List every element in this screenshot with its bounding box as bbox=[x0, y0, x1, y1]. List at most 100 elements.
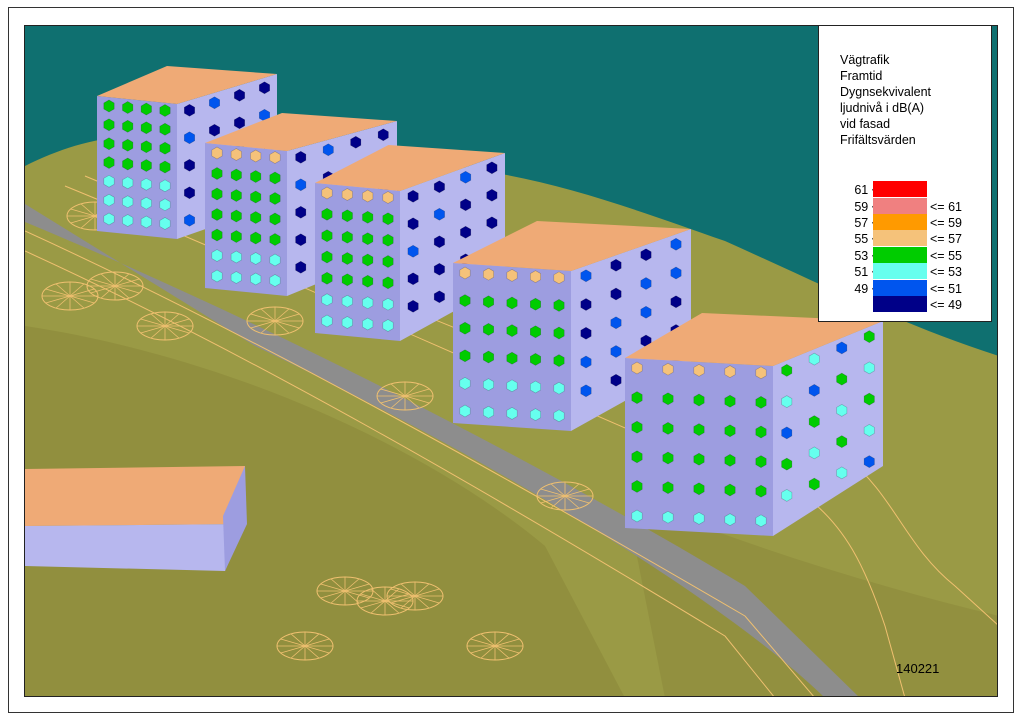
receiver-point bbox=[321, 293, 333, 307]
receiver-point bbox=[755, 366, 767, 380]
date-stamp: 140221 bbox=[896, 661, 940, 676]
receiver-point bbox=[382, 233, 394, 247]
receiver-point bbox=[836, 341, 848, 355]
receiver-point bbox=[211, 187, 223, 201]
receiver-point bbox=[836, 435, 848, 448]
legend-title-line: vid fasad bbox=[840, 117, 891, 131]
legend-swatch bbox=[873, 247, 927, 263]
receiver-point bbox=[529, 325, 542, 339]
receiver-point bbox=[209, 96, 220, 110]
receiver-point bbox=[211, 269, 223, 283]
receiver-point bbox=[295, 260, 307, 274]
legend-upper-bound: <= 59 bbox=[930, 216, 962, 230]
receiver-point bbox=[693, 452, 705, 466]
legend-upper-bound: <= 55 bbox=[930, 249, 962, 263]
receiver-point bbox=[250, 190, 262, 204]
receiver-point bbox=[159, 179, 171, 193]
receiver-point bbox=[250, 252, 262, 265]
receiver-point bbox=[506, 324, 518, 337]
receiver-point bbox=[724, 483, 736, 497]
receiver-point bbox=[269, 151, 281, 164]
receiver-point bbox=[362, 253, 374, 267]
receiver-point bbox=[269, 274, 281, 287]
building-front-facade bbox=[25, 524, 245, 571]
legend-title-line: ljudnivå i dB(A) bbox=[840, 101, 925, 115]
receiver-point bbox=[407, 217, 419, 231]
receiver-point bbox=[610, 287, 622, 301]
receiver-point bbox=[159, 160, 171, 174]
receiver-point bbox=[670, 266, 682, 280]
receiver-point bbox=[836, 466, 848, 480]
receiver-point bbox=[184, 103, 195, 117]
receiver-point bbox=[159, 104, 171, 117]
receiver-point bbox=[230, 271, 242, 284]
receiver-point bbox=[693, 482, 705, 496]
receiver-point bbox=[433, 180, 445, 194]
receiver-point bbox=[230, 209, 242, 223]
legend-title-line: Dygnsekvivalent bbox=[840, 85, 932, 99]
receiver-point bbox=[122, 119, 134, 133]
receiver-point bbox=[103, 118, 115, 132]
receiver-point bbox=[482, 323, 495, 336]
receiver-point bbox=[459, 266, 471, 280]
receiver-point bbox=[486, 161, 498, 175]
receiver-point bbox=[295, 178, 307, 192]
receiver-point bbox=[506, 407, 518, 420]
receiver-point bbox=[341, 316, 353, 329]
receiver-point bbox=[250, 211, 262, 224]
receiver-point bbox=[755, 425, 767, 439]
receiver-point bbox=[808, 415, 820, 428]
receiver-point bbox=[103, 193, 115, 207]
receiver-point bbox=[755, 455, 767, 468]
receiver-point bbox=[295, 150, 307, 164]
receiver-point bbox=[693, 364, 705, 377]
receiver-point bbox=[140, 196, 152, 210]
receiver-point bbox=[781, 426, 793, 440]
receiver-point bbox=[184, 131, 195, 145]
receiver-point bbox=[122, 195, 134, 209]
receiver-point bbox=[506, 379, 518, 393]
receiver-point bbox=[250, 149, 262, 163]
receiver-point bbox=[269, 192, 281, 205]
receiver-point bbox=[122, 214, 134, 227]
receiver-point bbox=[459, 294, 471, 307]
receiver-point bbox=[553, 409, 565, 423]
receiver-point bbox=[755, 484, 767, 498]
receiver-point bbox=[640, 248, 652, 262]
receiver-point bbox=[382, 255, 394, 268]
receiver-point bbox=[230, 168, 242, 182]
tree-symbol bbox=[41, 281, 99, 311]
building-lower-left bbox=[25, 466, 247, 571]
receiver-point bbox=[362, 296, 374, 310]
receiver-point bbox=[610, 373, 622, 387]
receiver-point bbox=[209, 123, 220, 137]
receiver-point bbox=[460, 170, 472, 184]
building-roof bbox=[25, 466, 245, 526]
receiver-point bbox=[863, 330, 875, 343]
receiver-point bbox=[580, 298, 592, 311]
receiver-point bbox=[250, 231, 262, 245]
receiver-point bbox=[553, 326, 565, 340]
receiver-point bbox=[269, 253, 281, 267]
receiver-point bbox=[407, 244, 419, 258]
receiver-point bbox=[482, 405, 495, 419]
receiver-point bbox=[724, 424, 736, 438]
receiver-point bbox=[140, 159, 152, 172]
receiver-point bbox=[580, 384, 592, 398]
receiver-point bbox=[382, 319, 394, 332]
receiver-point bbox=[321, 271, 333, 285]
receiver-point bbox=[529, 270, 542, 283]
receiver-point bbox=[460, 225, 472, 239]
receiver-point bbox=[230, 230, 242, 243]
receiver-point bbox=[580, 326, 592, 340]
receiver-point bbox=[610, 316, 622, 330]
receiver-point bbox=[662, 510, 674, 524]
receiver-point bbox=[662, 481, 674, 494]
receiver-point bbox=[459, 321, 471, 335]
receiver-point bbox=[482, 350, 495, 364]
receiver-point bbox=[259, 81, 270, 95]
legend-upper-bound: <= 53 bbox=[930, 265, 962, 279]
receiver-point bbox=[433, 235, 445, 249]
legend-swatch bbox=[873, 198, 927, 214]
receiver-point bbox=[184, 213, 195, 227]
